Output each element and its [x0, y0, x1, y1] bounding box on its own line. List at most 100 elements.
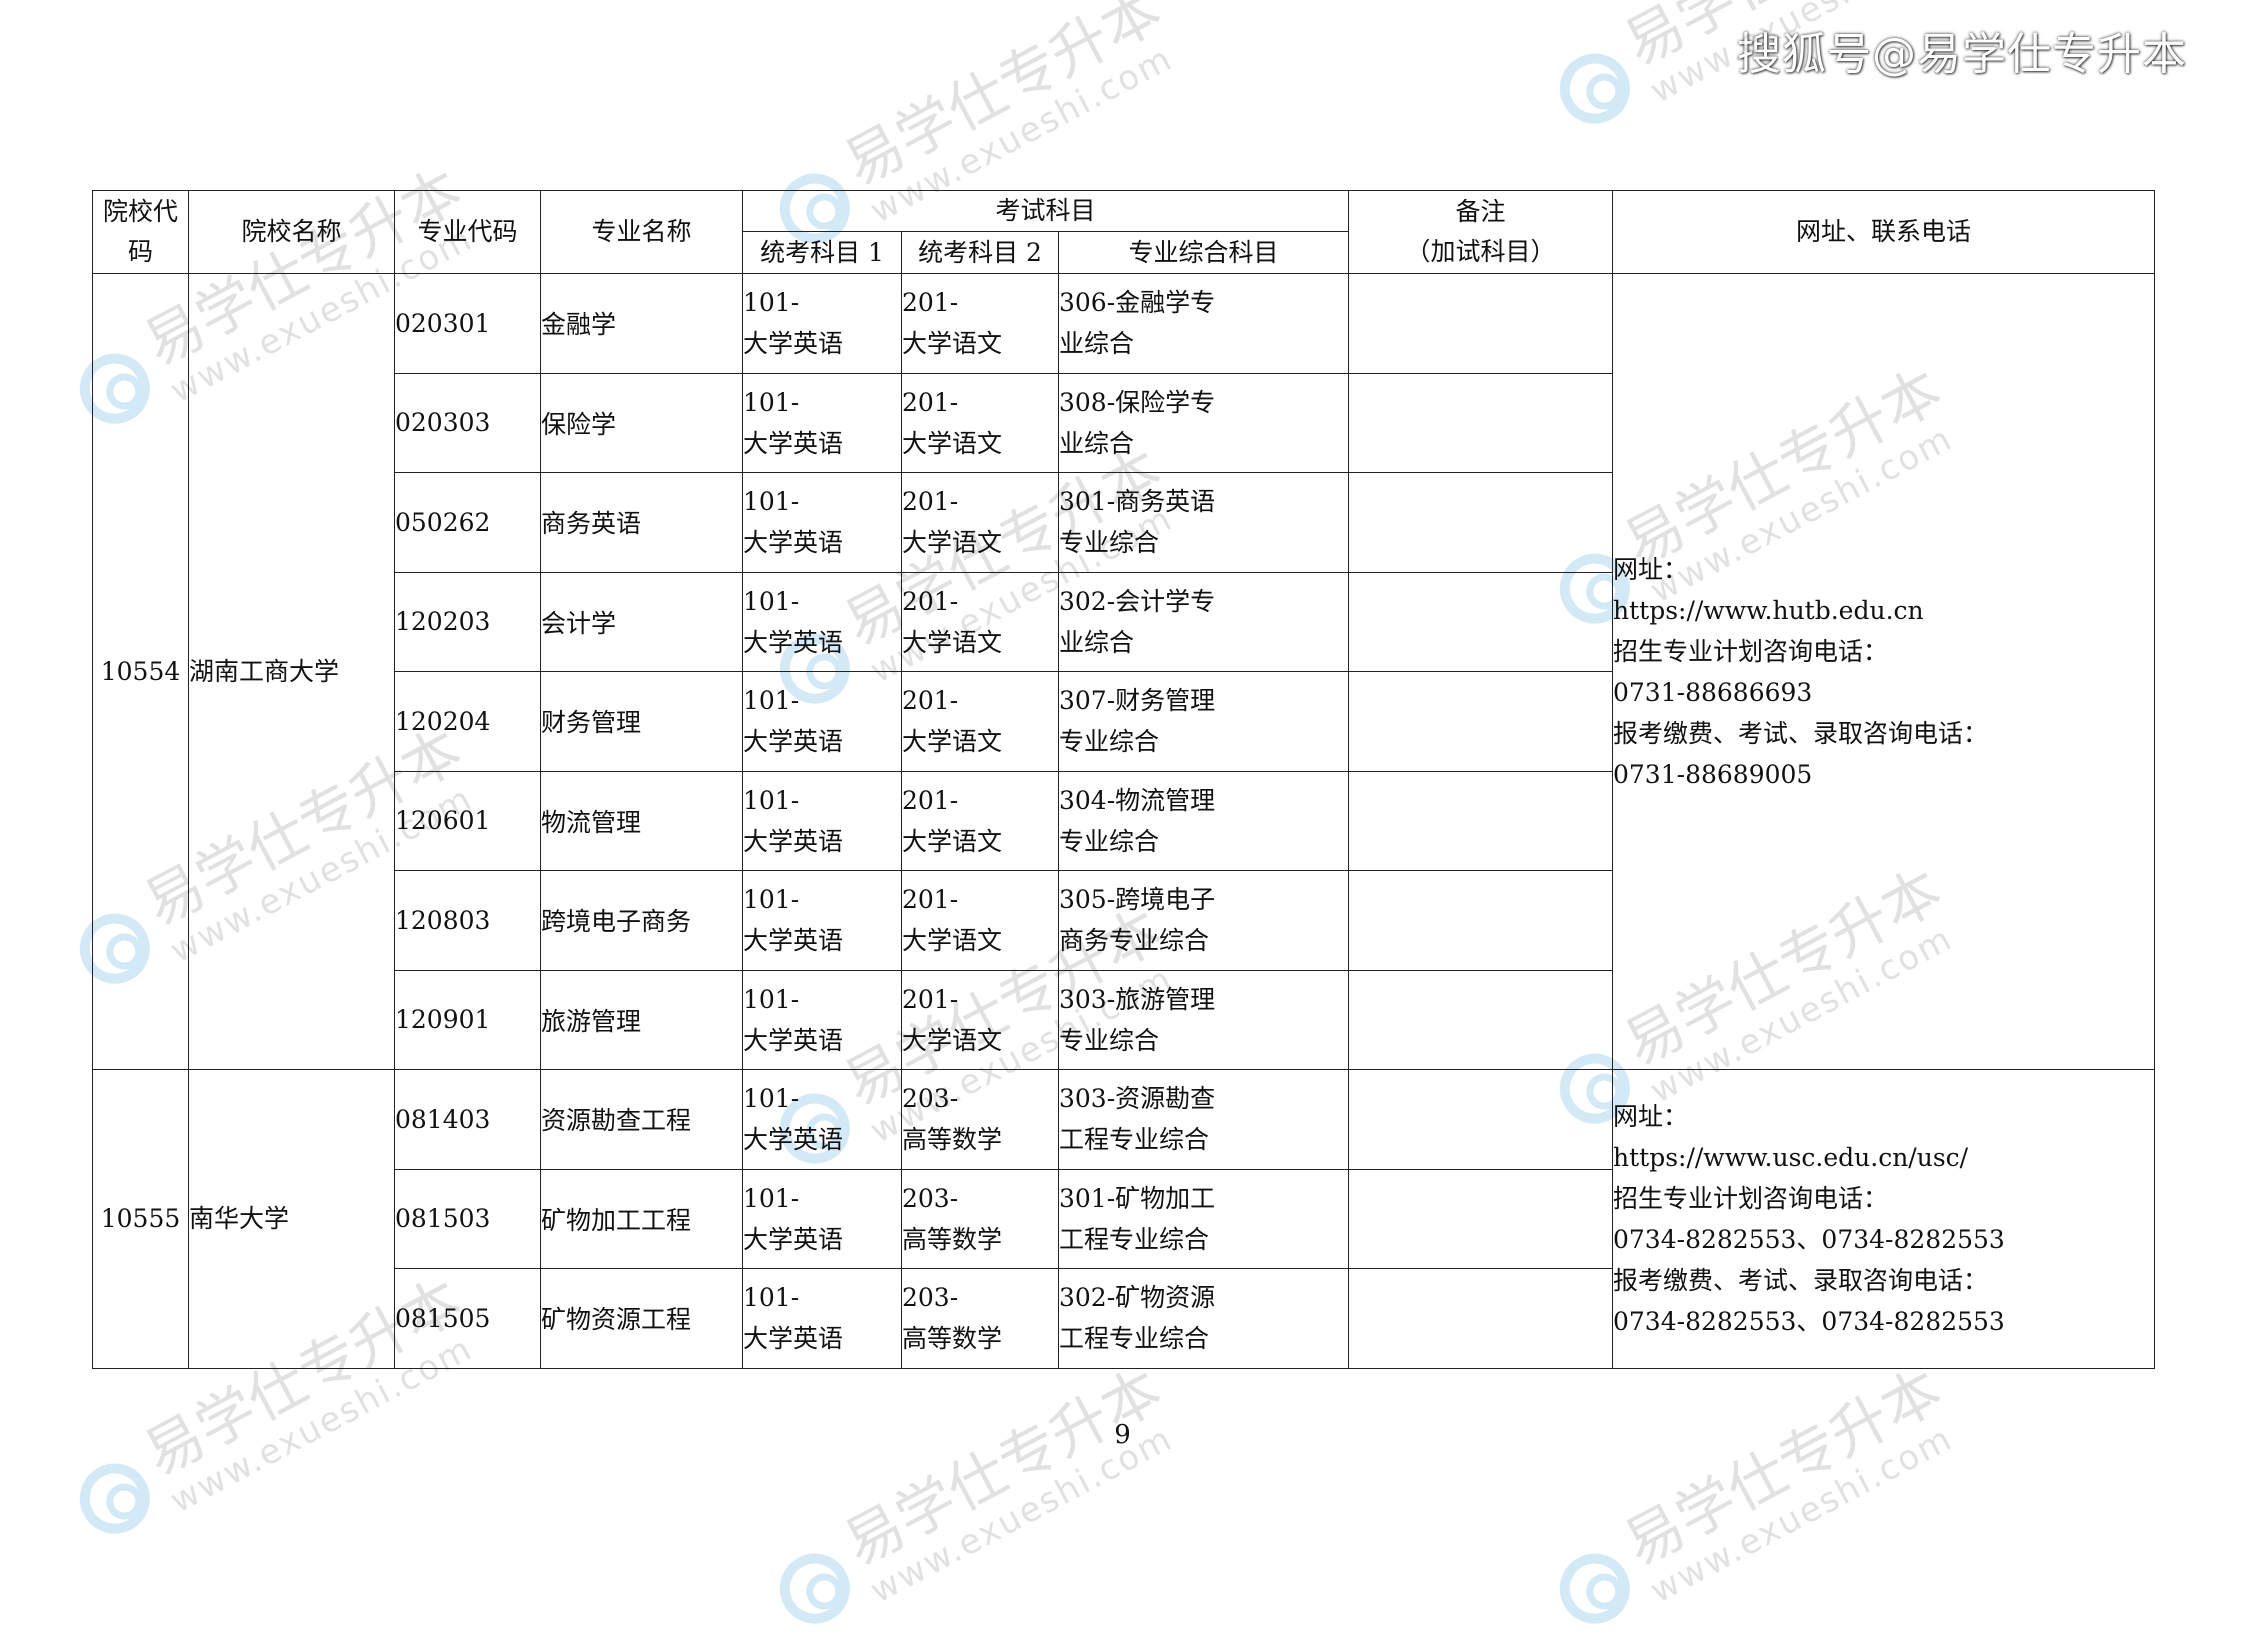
subject2-cell: 203- 高等数学 [901, 1268, 1059, 1369]
note-cell [1348, 372, 1613, 473]
subject3-cell: 307-财务管理 专业综合 [1058, 671, 1349, 772]
major-name-cell: 矿物加工工程 [540, 1168, 743, 1269]
school-code-cell: 10555 [92, 1069, 189, 1369]
contact-line: 招生专业计划咨询电话： [1613, 636, 1889, 666]
contact-line: 0731-88686693 [1613, 677, 1813, 707]
header-subject3: 专业综合科目 [1058, 231, 1349, 274]
subject3-cell: 304-物流管理 专业综合 [1058, 770, 1349, 871]
subject3-cell: 303-旅游管理 专业综合 [1058, 969, 1349, 1070]
subject2-cell: 203- 高等数学 [901, 1168, 1059, 1269]
subject3-cell: 301-矿物加工 工程专业综合 [1058, 1168, 1349, 1269]
school-name-cell: 南华大学 [188, 1069, 395, 1369]
header-school-code: 院校代码 [92, 190, 189, 274]
major-name-cell: 金融学 [540, 273, 743, 374]
subject3-cell: 305-跨境电子 商务专业综合 [1058, 870, 1349, 971]
subject2-cell: 203- 高等数学 [901, 1069, 1059, 1170]
subject3-cell: 303-资源勘查 工程专业综合 [1058, 1069, 1349, 1170]
subject1-cell: 101- 大学英语 [742, 273, 902, 374]
table-body: 10554 湖南工商大学 020301 金融学 101- 大学英语 201- 大学语文 306-… [92, 273, 2155, 1369]
contact-cell: 网址： https://www.usc.edu.cn/usc/招生专业计划咨询电话… [1612, 1069, 2155, 1369]
contact-line: 报考缴费、考试、录取咨询电话： [1613, 1265, 1989, 1295]
subject1-cell: 101- 大学英语 [742, 571, 902, 672]
header-contact: 网址、联系电话 [1612, 190, 2155, 274]
header-exam-subjects: 考试科目 [742, 190, 1349, 232]
major-name-cell: 财务管理 [540, 671, 743, 772]
subject2-cell: 201- 大学语文 [901, 571, 1059, 672]
header-subject1: 统考科目 1 [742, 231, 902, 274]
school-name-cell: 湖南工商大学 [188, 273, 395, 1070]
admission-table: 院校代码 院校名称 专业代码 专业名称 考试科目 备注 （加试科目） 网址、联系… [92, 190, 2155, 1369]
subject2-cell: 201- 大学语文 [901, 870, 1059, 971]
note-cell [1348, 1268, 1613, 1369]
note-cell [1348, 571, 1613, 672]
contact-line: 网址： [1613, 554, 1689, 584]
table-row: 10554 湖南工商大学 020301 金融学 101- 大学英语 201- 大学语文 306-… [92, 273, 2155, 1070]
contact-cell: 网址： https://www.hutb.edu.cn 招生专业计划咨询电话： 073… [1612, 273, 2155, 1070]
subject1-cell: 101- 大学英语 [742, 671, 902, 772]
major-name-cell: 矿物资源工程 [540, 1268, 743, 1369]
subject3-cell: 301-商务英语 专业综合 [1058, 472, 1349, 573]
contact-line: 0731-88689005 [1613, 759, 1813, 789]
subject1-cell: 101- 大学英语 [742, 1268, 902, 1369]
header-school-name: 院校名称 [188, 190, 395, 274]
contact-line: 网址： [1613, 1101, 1689, 1131]
major-name-cell: 跨境电子商务 [540, 870, 743, 971]
subject2-cell: 201- 大学语文 [901, 671, 1059, 772]
website-link[interactable]: https://www.usc.edu.cn/usc/ [1613, 1137, 2154, 1178]
subject3-cell: 308-保险学专 业综合 [1058, 372, 1349, 473]
page-number: 9 [1114, 1420, 1131, 1450]
note-cell [1348, 770, 1613, 871]
watermark: 易学仕专升本www.exueshi.com [1540, 1355, 1969, 1650]
subject2-cell: 201- 大学语文 [901, 969, 1059, 1070]
major-name-cell: 商务英语 [540, 472, 743, 573]
note-cell [1348, 273, 1613, 374]
header-major-name: 专业名称 [540, 190, 743, 274]
subject2-cell: 201- 大学语文 [901, 273, 1059, 374]
watermark-logo-icon [767, 1541, 863, 1636]
school-code-cell: 10554 [92, 273, 189, 1070]
note-cell [1348, 1069, 1613, 1170]
watermark: 易学仕专升本www.exueshi.com [760, 1355, 1189, 1650]
major-code-cell: 020303 [394, 372, 541, 473]
header-note: 备注 （加试科目） [1348, 190, 1613, 274]
major-name-cell: 物流管理 [540, 770, 743, 871]
watermark-logo-icon [1547, 1541, 1643, 1636]
subject1-cell: 101- 大学英语 [742, 969, 902, 1070]
watermark-logo-icon [1547, 41, 1643, 136]
subject3-cell: 306-金融学专 业综合 [1058, 273, 1349, 374]
major-name-cell: 资源勘查工程 [540, 1069, 743, 1170]
major-code-cell: 120203 [394, 571, 541, 672]
major-code-cell: 020301 [394, 273, 541, 374]
note-cell [1348, 870, 1613, 971]
contact-line: 0734-8282553、0734-8282553 [1613, 1224, 2005, 1254]
major-code-cell: 081505 [394, 1268, 541, 1369]
major-name-cell: 会计学 [540, 571, 743, 672]
contact-line: 0734-8282553、0734-8282553 [1613, 1306, 2005, 1336]
major-name-cell: 旅游管理 [540, 969, 743, 1070]
contact-line: 报考缴费、考试、录取咨询电话： [1613, 718, 1989, 748]
note-cell [1348, 1168, 1613, 1269]
note-cell [1348, 671, 1613, 772]
subject3-cell: 302-矿物资源 工程专业综合 [1058, 1268, 1349, 1369]
subject1-cell: 101- 大学英语 [742, 1069, 902, 1170]
major-name-cell: 保险学 [540, 372, 743, 473]
major-code-cell: 081403 [394, 1069, 541, 1170]
subject2-cell: 201- 大学语文 [901, 472, 1059, 573]
major-code-cell: 050262 [394, 472, 541, 573]
header-subject2: 统考科目 2 [901, 231, 1059, 274]
contact-line: 招生专业计划咨询电话： [1613, 1183, 1889, 1213]
major-code-cell: 120803 [394, 870, 541, 971]
major-code-cell: 120601 [394, 770, 541, 871]
note-cell [1348, 472, 1613, 573]
website-link[interactable]: https://www.hutb.edu.cn [1613, 590, 2154, 631]
watermark-logo-icon [67, 1451, 163, 1546]
major-code-cell: 120901 [394, 969, 541, 1070]
subject1-cell: 101- 大学英语 [742, 472, 902, 573]
subject2-cell: 201- 大学语文 [901, 770, 1059, 871]
header-major-code: 专业代码 [394, 190, 541, 274]
table-row: 10555 南华大学 081403 资源勘查工程 101- 大学英语 203- 高等数学 303… [92, 1069, 2155, 1369]
major-code-cell: 081503 [394, 1168, 541, 1269]
subject1-cell: 101- 大学英语 [742, 770, 902, 871]
subject3-cell: 302-会计学专 业综合 [1058, 571, 1349, 672]
subject1-cell: 101- 大学英语 [742, 1168, 902, 1269]
